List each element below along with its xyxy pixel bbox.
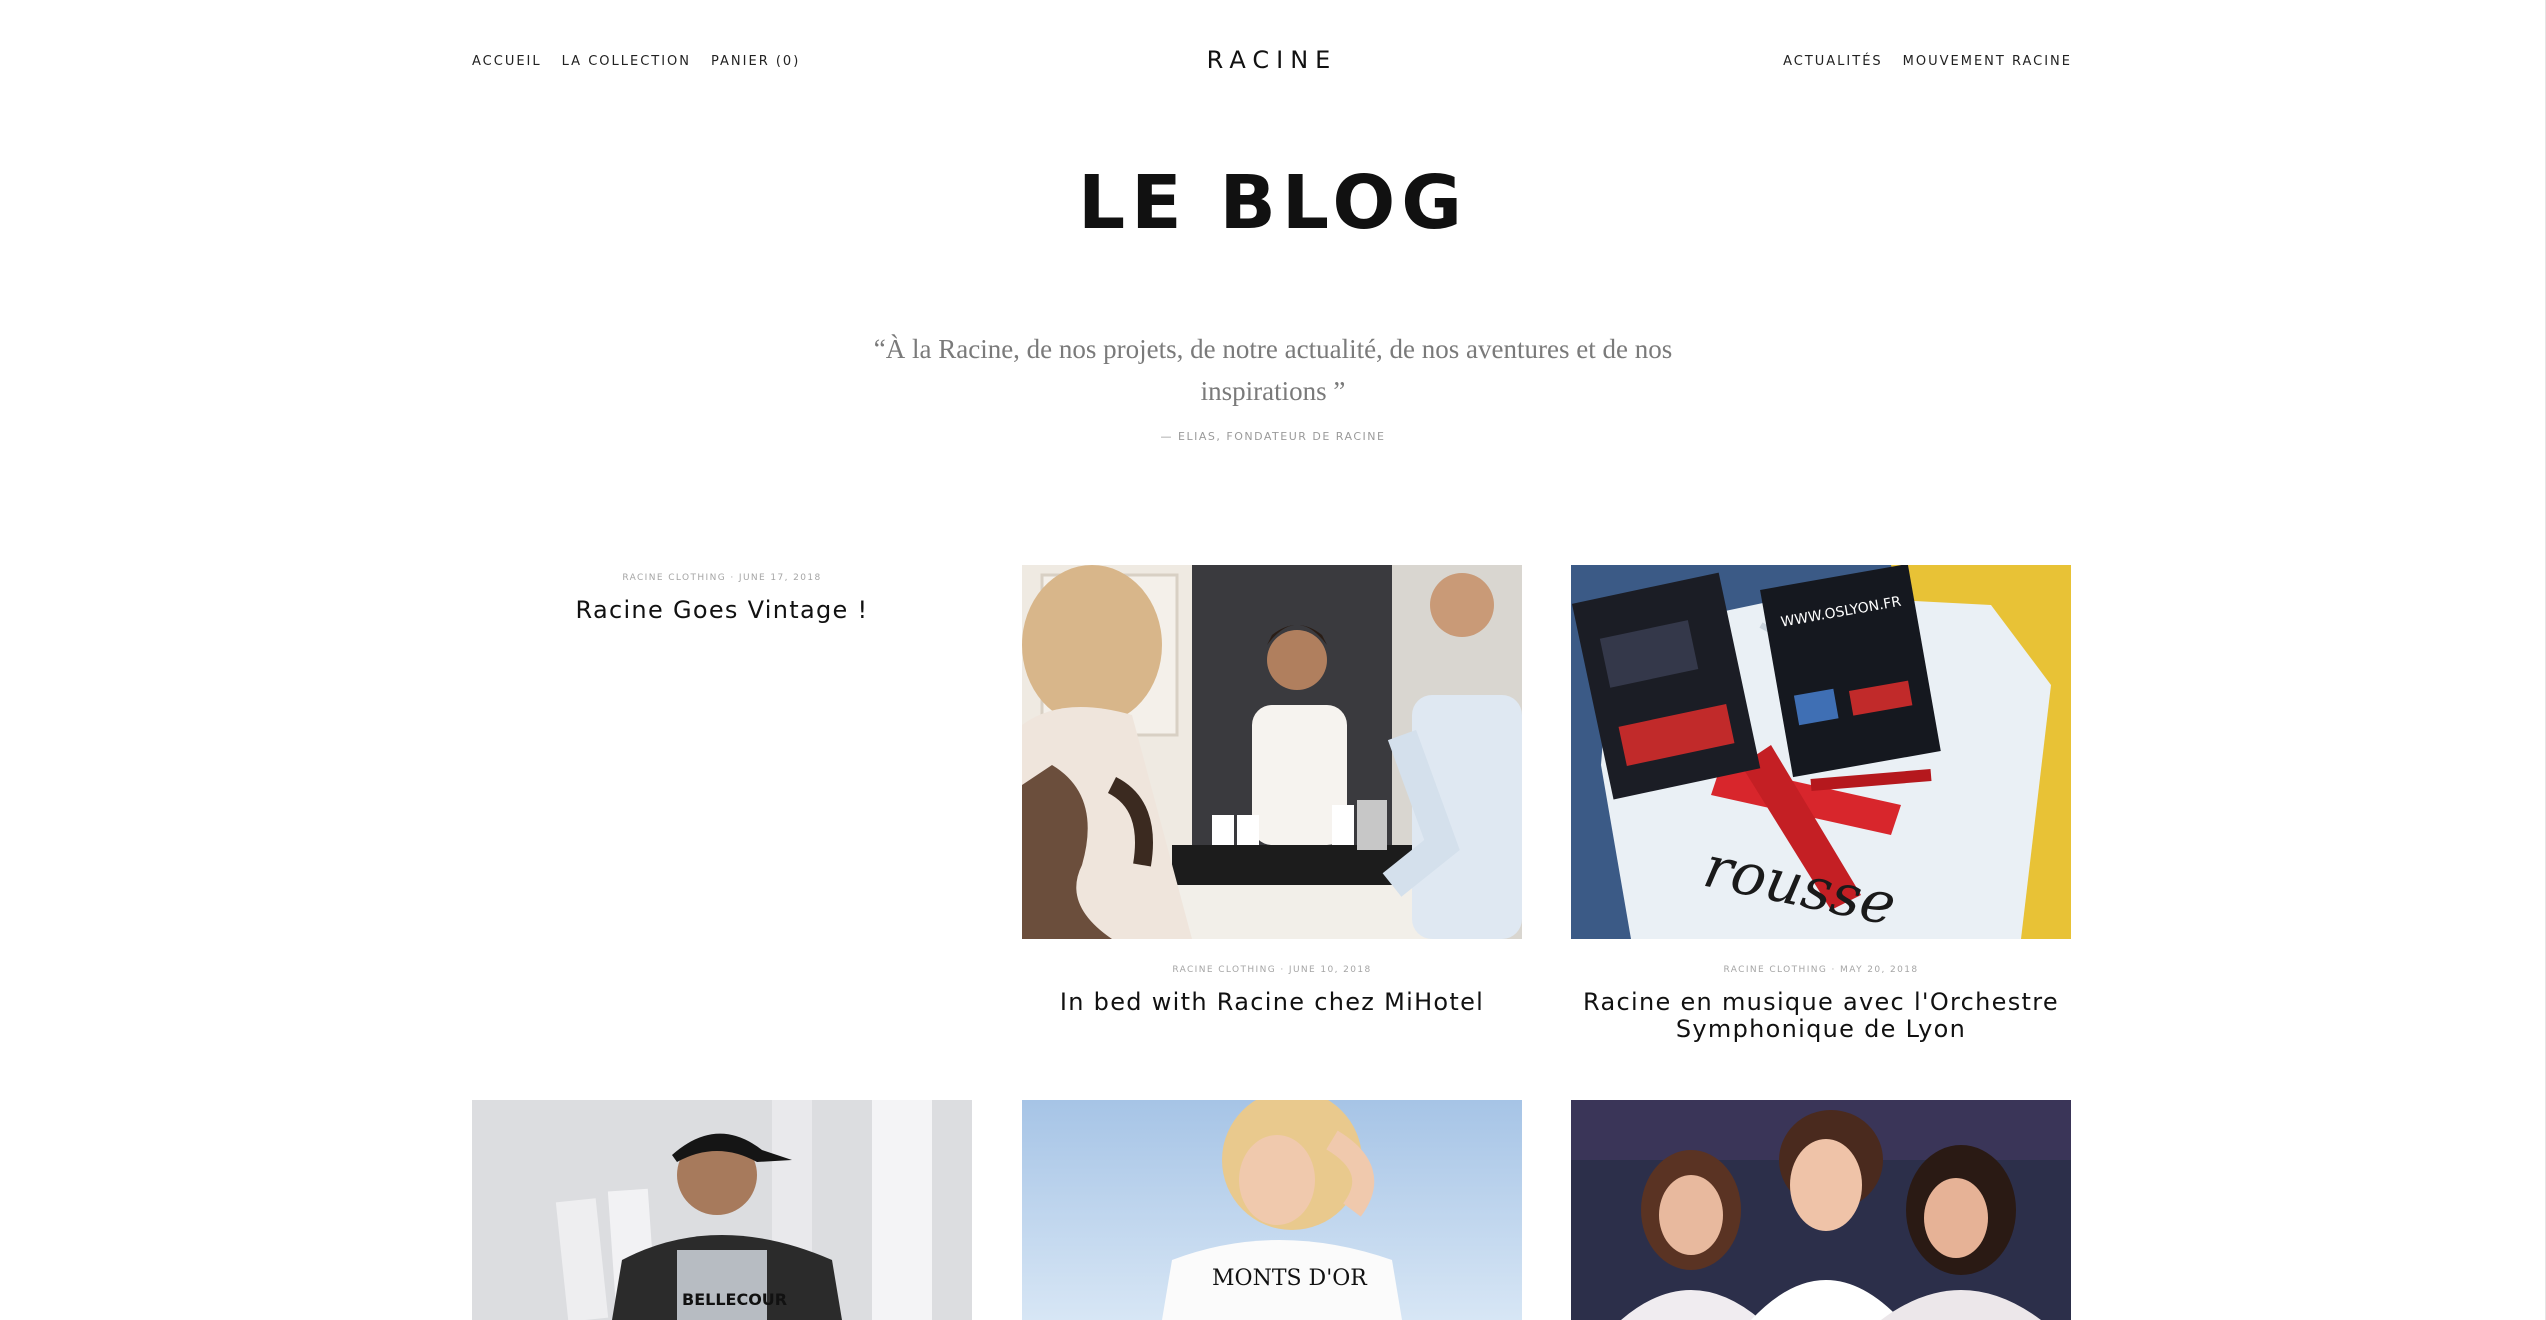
nav-accueil-link[interactable]: ACCUEIL xyxy=(472,54,542,69)
hero-quote: “À la Racine, de nos projets, de notre a… xyxy=(873,334,1673,406)
top-navigation: ACCUEIL LA COLLECTION PANIER (0) RACINE … xyxy=(472,46,2072,76)
post-card-vintage[interactable]: RACINE CLOTHING · JUNE 17, 2018 Racine G… xyxy=(472,573,972,624)
post-card-mihotel[interactable]: RACINE CLOTHING · JUNE 10, 2018 In bed w… xyxy=(1022,965,1522,1016)
nav-right: ACTUALITÉS MOUVEMENT RACINE xyxy=(1783,54,2072,69)
nav-actualites-link[interactable]: ACTUALITÉS xyxy=(1783,54,1883,69)
man-cap-photo: BELLECOUR xyxy=(472,1100,972,1320)
post-meta: RACINE CLOTHING · MAY 20, 2018 xyxy=(1723,965,1919,975)
post-image-row2-2[interactable]: MONTS D'OR xyxy=(1022,1100,1522,1320)
post-image-row2-1[interactable]: BELLECOUR xyxy=(472,1100,972,1320)
nav-mouvement-link[interactable]: MOUVEMENT RACINE xyxy=(1903,54,2072,69)
post-title[interactable]: Racine en musique avec l'Orchestre Symph… xyxy=(1571,989,2071,1043)
blog-page: ACCUEIL LA COLLECTION PANIER (0) RACINE … xyxy=(0,0,2546,1320)
nav-collection-link[interactable]: LA COLLECTION xyxy=(562,54,691,69)
post-image-mihotel[interactable] xyxy=(1022,565,1522,939)
svg-text:BELLECOUR: BELLECOUR xyxy=(682,1290,787,1309)
hotel-photo xyxy=(1022,565,1522,939)
post-meta: RACINE CLOTHING · JUNE 17, 2018 xyxy=(622,573,822,583)
post-title[interactable]: Racine Goes Vintage ! xyxy=(472,597,972,624)
nav-left: ACCUEIL LA COLLECTION PANIER (0) xyxy=(472,54,800,69)
friends-photo xyxy=(1571,1100,2071,1320)
tshirt-flyer-photo: rousse WWW.OSLYON.FR xyxy=(1571,565,2071,939)
post-image-row2-3[interactable] xyxy=(1571,1100,2071,1320)
post-card-orchestre[interactable]: RACINE CLOTHING · MAY 20, 2018 Racine en… xyxy=(1571,965,2071,1043)
post-meta: RACINE CLOTHING · JUNE 10, 2018 xyxy=(1172,965,1372,975)
quote-author: — ELIAS, FONDATEUR DE RACINE xyxy=(1160,430,1386,443)
page-title: LE BLOG xyxy=(1077,160,1469,246)
nav-cart-link[interactable]: PANIER (0) xyxy=(711,54,800,69)
brand-logo[interactable]: RACINE xyxy=(1207,46,1338,74)
post-image-orchestre[interactable]: rousse WWW.OSLYON.FR xyxy=(1571,565,2071,939)
svg-text:MONTS D'OR: MONTS D'OR xyxy=(1212,1266,1368,1291)
post-title[interactable]: In bed with Racine chez MiHotel xyxy=(1022,989,1522,1016)
woman-tshirt-photo: MONTS D'OR xyxy=(1022,1100,1522,1320)
